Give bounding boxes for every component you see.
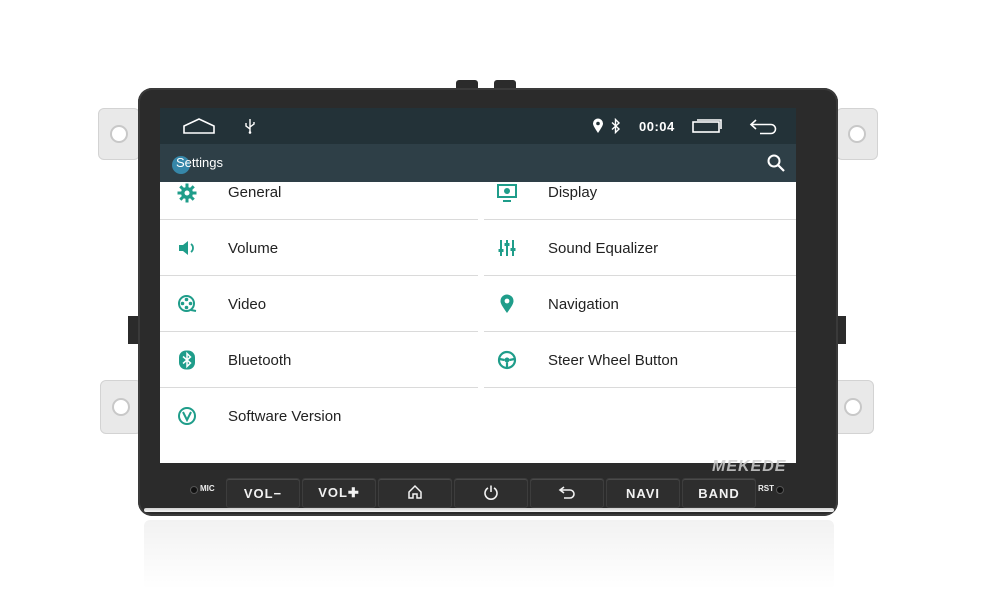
chrome-trim (144, 508, 834, 512)
back-icon (558, 485, 576, 502)
navi-button[interactable]: NAVI (606, 478, 680, 508)
band-button[interactable]: BAND (682, 478, 756, 508)
location-pin-icon (496, 293, 518, 315)
back-button[interactable] (530, 478, 604, 508)
speaker-icon (176, 237, 198, 259)
settings-item-label: Navigation (548, 295, 619, 313)
settings-item-label: General (228, 184, 282, 201)
touch-screen: 00:04 Settings General Volume Video Blue… (160, 108, 796, 463)
recent-apps-icon[interactable] (690, 108, 724, 144)
settings-item-label: Volume (228, 239, 279, 257)
settings-item-bluetooth[interactable]: Bluetooth (160, 332, 478, 388)
settings-item-video[interactable]: Video (160, 276, 478, 332)
film-reel-icon (176, 293, 198, 315)
settings-item-software-version[interactable]: Software Version (160, 388, 478, 444)
divider (484, 387, 796, 388)
gear-icon (176, 182, 198, 204)
settings-item-steer-wheel-button[interactable]: Steer Wheel Button (484, 332, 796, 388)
location-pin-icon (592, 108, 604, 144)
reset-hole[interactable] (776, 486, 784, 494)
equalizer-icon (496, 237, 518, 259)
search-icon[interactable] (766, 153, 786, 173)
settings-item-general[interactable]: General (160, 182, 478, 220)
settings-item-label: Steer Wheel Button (548, 351, 679, 369)
settings-item-navigation[interactable]: Navigation (484, 276, 796, 332)
mic-hole (190, 486, 198, 494)
volume-down-button[interactable]: VOL− (226, 478, 300, 508)
settings-column-right: Display Sound Equalizer Navigation Steer… (484, 182, 796, 388)
mount-bracket-top-right (836, 108, 878, 160)
bluetooth-icon (610, 108, 622, 144)
version-icon (176, 405, 198, 427)
power-button[interactable] (454, 478, 528, 508)
mount-bracket-top-left (98, 108, 140, 160)
mic-label: MIC (200, 484, 215, 493)
home-outline-icon[interactable] (182, 108, 216, 144)
steering-wheel-icon (496, 349, 518, 371)
settings-item-label: Video (228, 295, 267, 313)
mount-bracket-bottom-right (832, 380, 874, 434)
surface-reflection (144, 520, 834, 590)
unit-side-nub-left (128, 316, 138, 344)
settings-item-label: Bluetooth (228, 351, 292, 369)
settings-item-label: Sound Equalizer (548, 239, 659, 257)
display-icon (496, 182, 518, 204)
settings-column-left: General Volume Video Bluetooth Software … (160, 182, 478, 444)
settings-item-volume[interactable]: Volume (160, 220, 478, 276)
power-icon (483, 484, 499, 503)
bluetooth-icon (176, 349, 198, 371)
page-title: Settings (176, 155, 223, 170)
settings-item-label: Software Version (228, 407, 342, 425)
hardware-button-bar: MIC VOL− VOL✚ NAVI BAND RST (150, 470, 826, 510)
app-bar: Settings (160, 144, 796, 182)
reset-label: RST (758, 484, 774, 493)
home-icon (407, 484, 423, 503)
volume-up-button[interactable]: VOL✚ (302, 478, 376, 508)
back-icon[interactable] (748, 108, 780, 144)
settings-item-display[interactable]: Display (484, 182, 796, 220)
settings-item-sound-equalizer[interactable]: Sound Equalizer (484, 220, 796, 276)
status-bar: 00:04 (160, 108, 796, 144)
home-button[interactable] (378, 478, 452, 508)
clock-time: 00:04 (639, 118, 675, 134)
settings-item-label: Display (548, 184, 598, 201)
settings-list: General Volume Video Bluetooth Software … (160, 182, 796, 463)
mount-bracket-bottom-left (100, 380, 142, 434)
usb-icon (244, 108, 256, 144)
